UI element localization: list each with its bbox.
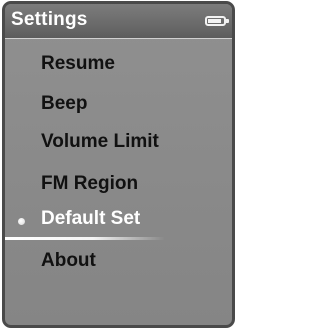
player-screen: Settings Resume Beep Volume Limit FM Reg… <box>2 1 235 328</box>
selection-bullet-icon <box>18 218 25 225</box>
menu-item-label: Default Set <box>41 208 141 229</box>
menu-item-about[interactable]: About <box>5 243 232 279</box>
screen-title: Settings <box>11 9 88 30</box>
battery-icon <box>205 16 229 26</box>
menu-item-label: About <box>41 250 96 271</box>
menu-item-label: FM Region <box>41 173 139 194</box>
menu-item-beep[interactable]: Beep <box>5 86 232 122</box>
menu-item-volume-limit[interactable]: Volume Limit <box>5 124 232 160</box>
selection-highlight <box>5 237 165 240</box>
menu-item-label: Beep <box>41 93 88 114</box>
menu-item-fm-region[interactable]: FM Region <box>5 166 232 202</box>
menu-item-default-set[interactable]: Default Set <box>5 201 232 240</box>
menu-item-label: Resume <box>41 53 115 74</box>
menu-item-resume[interactable]: Resume <box>5 46 232 82</box>
title-bar: Settings <box>5 4 232 39</box>
menu-item-label: Volume Limit <box>41 131 159 152</box>
